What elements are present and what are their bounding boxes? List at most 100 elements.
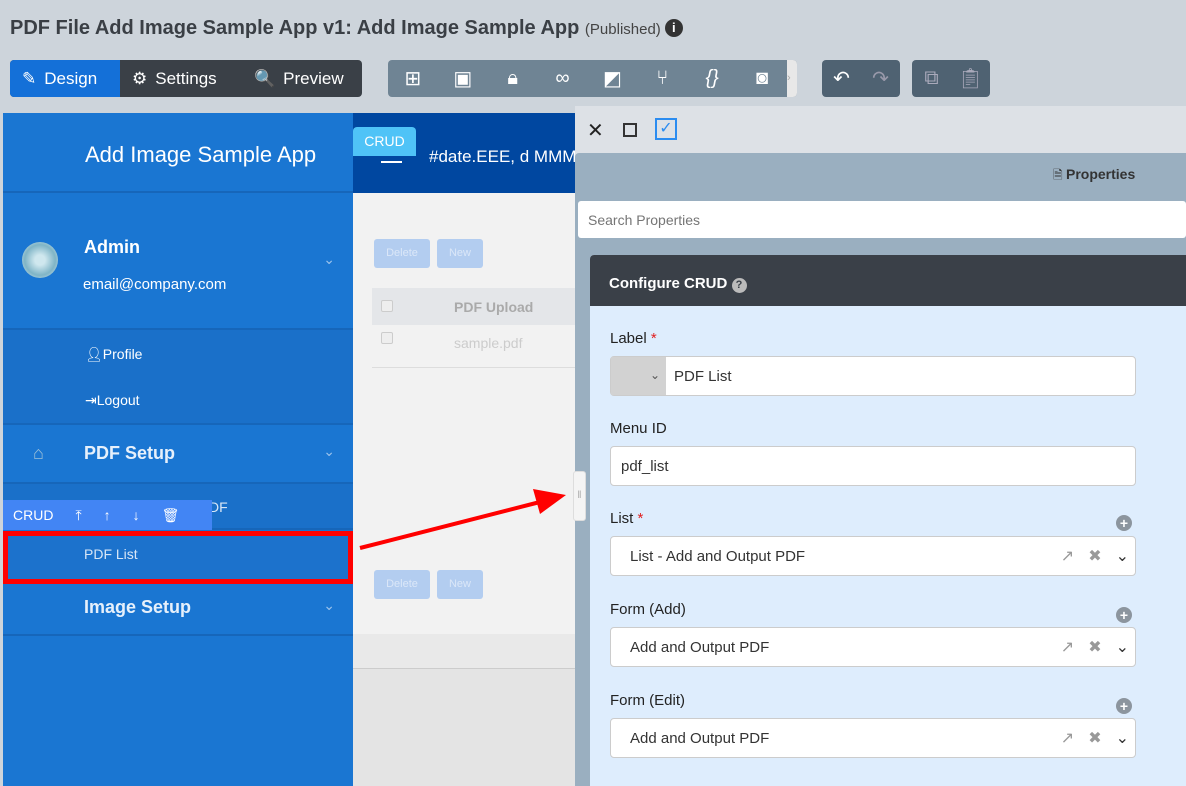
add-form-icon[interactable]: + bbox=[1116, 607, 1132, 623]
search-properties-input[interactable] bbox=[578, 201, 1186, 238]
chevron-down-icon: ⌄ bbox=[323, 251, 335, 267]
builder-icon[interactable]: ▣ bbox=[438, 66, 488, 91]
chevron-down-icon[interactable]: ⌄ bbox=[1116, 637, 1129, 657]
canvas-bottom bbox=[353, 669, 575, 786]
arrow-down-icon[interactable]: ↓ bbox=[133, 507, 140, 523]
redo-icon[interactable]: ↷ bbox=[861, 66, 900, 91]
add-form-icon[interactable]: + bbox=[1116, 698, 1132, 714]
menu-id-label: Menu ID bbox=[610, 420, 667, 437]
preview-button[interactable]: 🔍 Preview bbox=[242, 60, 356, 97]
chevron-down-icon: ⌄ bbox=[323, 443, 335, 459]
document-icon: 🗎 bbox=[1053, 168, 1066, 182]
branch-icon[interactable]: ⑂ bbox=[637, 67, 687, 90]
form-add-select[interactable]: Add and Output PDF ↗ ✖ ⌄ bbox=[610, 627, 1136, 667]
home-icon: ⌂ bbox=[33, 443, 44, 463]
user-submenu: 👤︎Profile ⇥Logout bbox=[3, 330, 353, 425]
scroll-right-icon[interactable]: › bbox=[787, 60, 797, 97]
status-badge: (Published) bbox=[584, 21, 661, 38]
add-list-icon[interactable]: + bbox=[1116, 515, 1132, 531]
card-header: Configure CRUD ? bbox=[590, 255, 1186, 306]
settings-button[interactable]: ⚙ Settings bbox=[120, 60, 242, 97]
crud-tag: CRUD bbox=[353, 127, 416, 156]
chevron-down-icon: ⌄ bbox=[323, 597, 335, 613]
canvas-header: #date.EEE, d MMM CRUD bbox=[353, 113, 575, 193]
sidebar-header: Add Image Sample App bbox=[3, 113, 353, 193]
clear-icon[interactable]: ✖ bbox=[1088, 728, 1101, 748]
app-name: Add Image Sample App bbox=[85, 142, 317, 167]
mode-toolbar: ✎ Design ⚙ Settings 🔍 Preview bbox=[10, 60, 362, 97]
highlight-box bbox=[3, 531, 353, 584]
history-toolbar: ↶ ↷ bbox=[822, 60, 900, 97]
logout-icon: ⇥ bbox=[85, 392, 97, 408]
binoculars-icon[interactable]: ∞ bbox=[538, 67, 588, 90]
paste-icon[interactable]: 📋︎ bbox=[951, 66, 990, 91]
new-button[interactable]: New bbox=[437, 570, 483, 599]
tab-properties[interactable]: 🗎 Properties bbox=[1053, 166, 1135, 187]
delete-button[interactable]: Delete bbox=[374, 570, 430, 599]
help-icon[interactable]: ? bbox=[731, 278, 747, 293]
close-icon[interactable]: ✕ bbox=[587, 118, 604, 143]
chevron-down-icon[interactable]: ⌄ bbox=[1116, 546, 1129, 566]
trash-icon[interactable]: 🗑︎ bbox=[162, 507, 180, 524]
gear-icon: ⚙ bbox=[132, 68, 148, 88]
delete-button[interactable]: Delete bbox=[374, 239, 430, 268]
canvas-footer bbox=[353, 634, 575, 669]
json-icon[interactable]: {} bbox=[687, 67, 737, 90]
checkbox-icon[interactable]: ✓ bbox=[655, 118, 677, 140]
app-sidebar: Add Image Sample App Admin email@company… bbox=[3, 113, 353, 786]
clear-icon[interactable]: ✖ bbox=[1088, 637, 1101, 657]
sidebar-item-pdf-setup[interactable]: ⌂ PDF Setup ⌄ bbox=[3, 425, 353, 484]
move-top-icon[interactable]: ⤒ bbox=[75, 507, 81, 524]
canvas-preview: #date.EEE, d MMM CRUD Delete New PDF Upl… bbox=[353, 113, 575, 786]
design-button[interactable]: ✎ Design bbox=[10, 60, 120, 97]
label-field-label: Label * bbox=[610, 330, 657, 347]
form-edit-select[interactable]: Add and Output PDF ↗ ✖ ⌄ bbox=[610, 718, 1136, 758]
form-add-label: Form (Add) bbox=[610, 601, 686, 618]
camera-icon[interactable]: ◙ bbox=[737, 67, 787, 90]
resize-handle[interactable]: ‖ bbox=[573, 471, 586, 521]
select-all-checkbox[interactable] bbox=[381, 300, 393, 312]
menu-id-input[interactable]: pdf_list bbox=[610, 446, 1136, 486]
profile-link[interactable]: 👤︎Profile bbox=[85, 346, 142, 363]
avatar bbox=[22, 242, 58, 278]
language-select[interactable]: ⌄ bbox=[611, 357, 666, 395]
crud-element-toolbar: CRUD ⤒ ↑ ↓ 🗑︎ bbox=[3, 500, 212, 530]
sitemap-icon[interactable]: ⊞ bbox=[388, 66, 438, 91]
label-field[interactable]: ⌄ PDF List bbox=[610, 356, 1136, 396]
page-title: PDF File Add Image Sample App v1: Add Im… bbox=[10, 17, 683, 40]
list-select[interactable]: List - Add and Output PDF ↗ ✖ ⌄ bbox=[610, 536, 1136, 576]
external-link-icon[interactable]: ↗ bbox=[1061, 728, 1074, 748]
arrow-up-icon[interactable]: ↑ bbox=[104, 507, 111, 523]
logout-link[interactable]: ⇥Logout bbox=[85, 392, 140, 409]
clear-icon[interactable]: ✖ bbox=[1088, 546, 1101, 566]
user-name: Admin bbox=[84, 237, 140, 257]
undo-icon[interactable]: ↶ bbox=[822, 66, 861, 91]
copy-icon[interactable]: ⧉ bbox=[912, 67, 951, 90]
properties-panel: ✕ ✓ 🗎 Properties Configure CRUD ? Label … bbox=[575, 106, 1186, 786]
form-edit-label: Form (Edit) bbox=[610, 692, 685, 709]
date-text: #date.EEE, d MMM bbox=[429, 147, 575, 166]
user-icon: 👤︎ bbox=[85, 346, 103, 362]
tools-toolbar: ⊞ ▣ 🔒︎ ∞ ◩ ⑂ {} ◙ › bbox=[388, 60, 797, 97]
crud-label: CRUD bbox=[13, 507, 54, 523]
list-label: List * bbox=[610, 510, 644, 527]
table-header: PDF Upload bbox=[372, 288, 575, 325]
minimize-icon[interactable] bbox=[623, 123, 637, 137]
design-icon: ✎ bbox=[22, 68, 37, 88]
clipboard-toolbar: ⧉ 📋︎ bbox=[912, 60, 990, 97]
translate-icon[interactable]: ◩ bbox=[588, 66, 638, 91]
configure-crud-card: Configure CRUD ? Label * ⌄ PDF List Menu… bbox=[590, 255, 1186, 786]
row-checkbox[interactable] bbox=[381, 332, 393, 344]
external-link-icon[interactable]: ↗ bbox=[1061, 637, 1074, 657]
user-menu[interactable]: Admin email@company.com ⌄ bbox=[3, 193, 353, 330]
sidebar-item-image-setup[interactable]: Image Setup ⌄ bbox=[3, 583, 353, 636]
user-email: email@company.com bbox=[83, 276, 227, 293]
preview-icon: 🔍 bbox=[254, 68, 276, 88]
lock-icon[interactable]: 🔒︎ bbox=[488, 67, 538, 90]
table-row: sample.pdf bbox=[372, 325, 575, 368]
external-link-icon[interactable]: ↗ bbox=[1061, 546, 1074, 566]
new-button[interactable]: New bbox=[437, 239, 483, 268]
chevron-down-icon[interactable]: ⌄ bbox=[1116, 728, 1129, 748]
info-icon[interactable]: i bbox=[664, 19, 683, 37]
properties-body: 🗎 Properties Configure CRUD ? Label * ⌄ … bbox=[575, 153, 1186, 786]
